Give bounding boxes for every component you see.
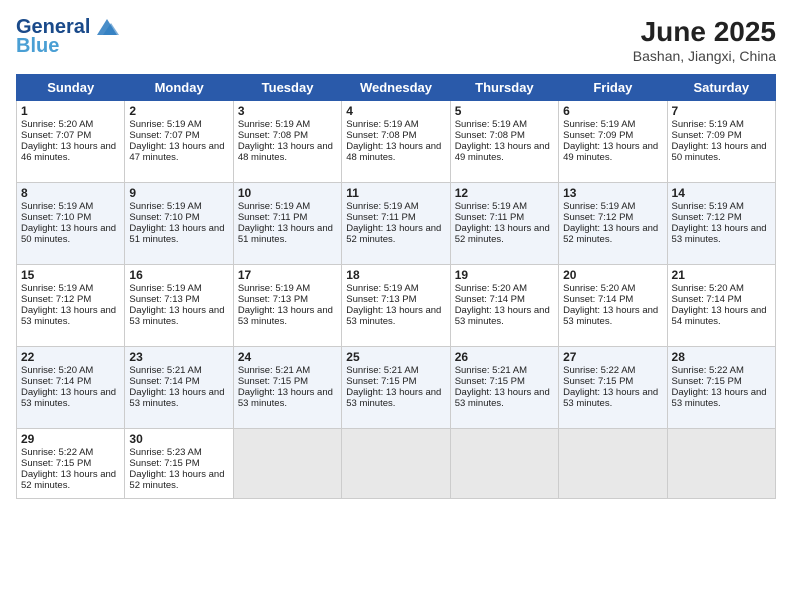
day-number: 6: [563, 104, 662, 118]
table-cell: 30Sunrise: 5:23 AMSunset: 7:15 PMDayligh…: [125, 429, 233, 499]
day-number: 2: [129, 104, 228, 118]
day-number: 5: [455, 104, 554, 118]
table-cell: 28Sunrise: 5:22 AMSunset: 7:15 PMDayligh…: [667, 347, 775, 429]
day-number: 8: [21, 186, 120, 200]
day-number: 14: [672, 186, 771, 200]
day-number: 30: [129, 432, 228, 446]
table-cell: [667, 429, 775, 499]
table-cell: 27Sunrise: 5:22 AMSunset: 7:15 PMDayligh…: [559, 347, 667, 429]
table-cell: 12Sunrise: 5:19 AMSunset: 7:11 PMDayligh…: [450, 183, 558, 265]
table-cell: 5Sunrise: 5:19 AMSunset: 7:08 PMDaylight…: [450, 101, 558, 183]
col-sunday: Sunday: [17, 75, 125, 101]
day-number: 9: [129, 186, 228, 200]
day-number: 11: [346, 186, 445, 200]
col-thursday: Thursday: [450, 75, 558, 101]
col-wednesday: Wednesday: [342, 75, 450, 101]
table-cell: 9Sunrise: 5:19 AMSunset: 7:10 PMDaylight…: [125, 183, 233, 265]
table-cell: [559, 429, 667, 499]
table-cell: 2Sunrise: 5:19 AMSunset: 7:07 PMDaylight…: [125, 101, 233, 183]
page: General Blue June 2025 Bashan, Jiangxi, …: [0, 0, 792, 612]
subtitle: Bashan, Jiangxi, China: [633, 48, 776, 64]
day-number: 18: [346, 268, 445, 282]
title-block: June 2025 Bashan, Jiangxi, China: [633, 16, 776, 64]
table-cell: 7Sunrise: 5:19 AMSunset: 7:09 PMDaylight…: [667, 101, 775, 183]
day-number: 10: [238, 186, 337, 200]
table-cell: 3Sunrise: 5:19 AMSunset: 7:08 PMDaylight…: [233, 101, 341, 183]
table-cell: 14Sunrise: 5:19 AMSunset: 7:12 PMDayligh…: [667, 183, 775, 265]
table-cell: 18Sunrise: 5:19 AMSunset: 7:13 PMDayligh…: [342, 265, 450, 347]
main-title: June 2025: [633, 16, 776, 48]
day-number: 1: [21, 104, 120, 118]
table-cell: 16Sunrise: 5:19 AMSunset: 7:13 PMDayligh…: [125, 265, 233, 347]
day-number: 22: [21, 350, 120, 364]
table-cell: 4Sunrise: 5:19 AMSunset: 7:08 PMDaylight…: [342, 101, 450, 183]
table-cell: [233, 429, 341, 499]
table-cell: 1Sunrise: 5:20 AMSunset: 7:07 PMDaylight…: [17, 101, 125, 183]
col-saturday: Saturday: [667, 75, 775, 101]
table-cell: 29Sunrise: 5:22 AMSunset: 7:15 PMDayligh…: [17, 429, 125, 499]
col-tuesday: Tuesday: [233, 75, 341, 101]
table-cell: 6Sunrise: 5:19 AMSunset: 7:09 PMDaylight…: [559, 101, 667, 183]
table-cell: 15Sunrise: 5:19 AMSunset: 7:12 PMDayligh…: [17, 265, 125, 347]
table-cell: 13Sunrise: 5:19 AMSunset: 7:12 PMDayligh…: [559, 183, 667, 265]
day-number: 23: [129, 350, 228, 364]
day-number: 15: [21, 268, 120, 282]
header-row: Sunday Monday Tuesday Wednesday Thursday…: [17, 75, 776, 101]
col-friday: Friday: [559, 75, 667, 101]
day-number: 29: [21, 432, 120, 446]
calendar-table: Sunday Monday Tuesday Wednesday Thursday…: [16, 74, 776, 499]
day-number: 13: [563, 186, 662, 200]
day-number: 25: [346, 350, 445, 364]
logo-icon: [93, 15, 121, 39]
day-number: 7: [672, 104, 771, 118]
logo-blue: Blue: [16, 35, 59, 58]
table-cell: 22Sunrise: 5:20 AMSunset: 7:14 PMDayligh…: [17, 347, 125, 429]
table-cell: 11Sunrise: 5:19 AMSunset: 7:11 PMDayligh…: [342, 183, 450, 265]
table-cell: 26Sunrise: 5:21 AMSunset: 7:15 PMDayligh…: [450, 347, 558, 429]
day-number: 28: [672, 350, 771, 364]
day-number: 16: [129, 268, 228, 282]
table-cell: 19Sunrise: 5:20 AMSunset: 7:14 PMDayligh…: [450, 265, 558, 347]
day-number: 26: [455, 350, 554, 364]
header: General Blue June 2025 Bashan, Jiangxi, …: [16, 16, 776, 64]
day-number: 3: [238, 104, 337, 118]
table-cell: 25Sunrise: 5:21 AMSunset: 7:15 PMDayligh…: [342, 347, 450, 429]
day-number: 19: [455, 268, 554, 282]
table-cell: 17Sunrise: 5:19 AMSunset: 7:13 PMDayligh…: [233, 265, 341, 347]
day-number: 12: [455, 186, 554, 200]
day-number: 24: [238, 350, 337, 364]
table-cell: [342, 429, 450, 499]
table-cell: [450, 429, 558, 499]
day-number: 27: [563, 350, 662, 364]
table-cell: 24Sunrise: 5:21 AMSunset: 7:15 PMDayligh…: [233, 347, 341, 429]
col-monday: Monday: [125, 75, 233, 101]
table-cell: 10Sunrise: 5:19 AMSunset: 7:11 PMDayligh…: [233, 183, 341, 265]
table-cell: 8Sunrise: 5:19 AMSunset: 7:10 PMDaylight…: [17, 183, 125, 265]
logo: General Blue: [16, 16, 121, 58]
table-cell: 21Sunrise: 5:20 AMSunset: 7:14 PMDayligh…: [667, 265, 775, 347]
table-cell: 23Sunrise: 5:21 AMSunset: 7:14 PMDayligh…: [125, 347, 233, 429]
day-number: 21: [672, 268, 771, 282]
day-number: 20: [563, 268, 662, 282]
day-number: 17: [238, 268, 337, 282]
day-number: 4: [346, 104, 445, 118]
table-cell: 20Sunrise: 5:20 AMSunset: 7:14 PMDayligh…: [559, 265, 667, 347]
